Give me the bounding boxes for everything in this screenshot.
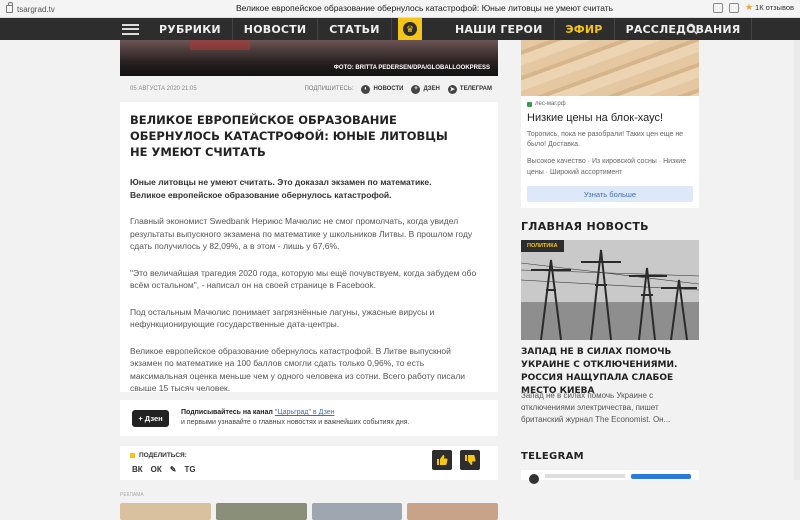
ad-thumbnail[interactable]	[120, 503, 211, 520]
ad-thumbnails	[120, 503, 498, 520]
share-icons: ВК ОК ✎ TG	[132, 465, 196, 474]
photo-caption: ФОТО: BRITTA PEDERSEN/DPA/GLOBALLOOKPRES…	[333, 65, 490, 71]
article-paragraph: Великое европейское образование обернуло…	[130, 345, 466, 394]
nav-item-investigations[interactable]: РАССЛЕДОВАНИЯ	[615, 18, 753, 40]
article-body: ВЕЛИКОЕ ЕВРОПЕЙСКОЕ ОБРАЗОВАНИЕ ОБЕРНУЛО…	[120, 102, 498, 394]
sidebar: лес-маг.рф Низкие цены на блок-хаус! Тор…	[521, 40, 699, 484]
article-paragraph: "Это величайшая трагедия 2020 года, кото…	[130, 267, 477, 291]
article-date: 05 АВГУСТА 2020 21:05	[130, 86, 197, 92]
bullet-icon	[130, 453, 135, 458]
dzen-subscribe-block: + Дзен Подписывайтесь на канал "Царьград…	[120, 400, 498, 436]
ad-text: Торопись, пока не разобрали! Таких цен е…	[527, 131, 684, 148]
dzen-channel-link[interactable]: "Царьград" в Дзен	[275, 409, 335, 416]
ad-thumbnail[interactable]	[215, 503, 307, 520]
reviews-badge[interactable]: ★ 1К отзывов	[745, 2, 794, 13]
subscribe-prompt: Подписывайтесь на канал	[181, 409, 273, 416]
star-icon: ★	[744, 2, 754, 12]
site-favicon-icon	[527, 101, 532, 107]
telegram-widget[interactable]	[521, 470, 699, 484]
article-hero-image: ФОТО: BRITTA PEDERSEN/DPA/GLOBALLOOKPRES…	[120, 40, 498, 76]
dzen-subscribe-text: Подписывайтесь на канал "Царьград" в Дзе…	[181, 408, 410, 428]
browser-actions: ★ 1К отзывов	[712, 2, 794, 13]
extension-icon[interactable]	[712, 2, 723, 13]
news-category-tag[interactable]: ПОЛИТИКА	[521, 240, 564, 252]
subscribe-label: ПОДПИШИТЕСЬ:	[304, 86, 354, 92]
ad-thumbnail[interactable]	[311, 503, 403, 520]
share-heading: ПОДЕЛИТЬСЯ:	[130, 452, 187, 459]
url-text[interactable]: tsargrad.tv	[17, 5, 55, 14]
subscribe-dzen-label: ДЗЕН	[423, 86, 440, 92]
link-icon[interactable]: ✎	[170, 465, 177, 474]
ad-site[interactable]: лес-маг.рф	[527, 101, 566, 107]
channel-name-placeholder	[545, 474, 625, 478]
site-navigation: РУБРИКИ НОВОСТИ СТАТЬИ ♛ НАШИ ГЕРОИ ЭФИР…	[0, 18, 800, 40]
menu-icon[interactable]	[122, 23, 139, 35]
main-news-summary: Запад не в силах помочь Украине с отключ…	[521, 391, 671, 424]
article-paragraph: Под остальным Мачюлис понимает загрязнён…	[130, 306, 435, 330]
scrollbar[interactable]	[794, 40, 800, 480]
news-icon: ◐	[361, 84, 371, 94]
subscribe-news-link[interactable]: ◐ НОВОСТИ	[361, 84, 404, 94]
ok-icon[interactable]: ОК	[151, 465, 162, 474]
article-paragraph: Главный экономист Swedbank Нериюс Мачюли…	[130, 216, 473, 251]
subscribe-telegram-link[interactable]: ➤ ТЕЛЕГРАМ	[447, 84, 492, 94]
ad-thumbnail[interactable]	[407, 503, 498, 520]
main-news-heading: ГЛАВНАЯ НОВОСТЬ	[521, 220, 649, 233]
dzen-icon: +	[411, 84, 421, 94]
article-title: ВЕЛИКОЕ ЕВРОПЕЙСКОЕ ОБРАЗОВАНИЕ ОБЕРНУЛО…	[130, 113, 448, 159]
telegram-heading: TELEGRAM	[521, 451, 584, 462]
thumbs-down-icon	[465, 455, 476, 465]
thumbs-up-icon	[437, 455, 448, 465]
channel-avatar	[529, 474, 539, 484]
page-tab-title: Великое европейское образование обернуло…	[236, 3, 614, 13]
address-bar[interactable]: tsargrad.tv	[6, 2, 55, 15]
subscribe-telegram-label: ТЕЛЕГРАМ	[459, 86, 492, 92]
ad-image[interactable]	[521, 40, 699, 96]
subscribe-news-label: НОВОСТИ	[373, 86, 404, 92]
dislike-button[interactable]	[460, 450, 480, 470]
telegram-share-icon[interactable]: TG	[184, 465, 195, 474]
telegram-icon: ➤	[447, 84, 457, 94]
ad-title[interactable]: Низкие цены на блок-хаус!	[527, 112, 663, 124]
subscribe-dzen-link[interactable]: + ДЗЕН	[411, 84, 440, 94]
main-news-image[interactable]	[521, 240, 699, 340]
ad-site-label: лес-маг.рф	[535, 101, 566, 107]
nav-item-news[interactable]: НОВОСТИ	[233, 18, 319, 40]
ad-label: РЕКЛАМА	[120, 492, 144, 498]
subscribe-description: и первыми узнавайте о главных новостях и…	[181, 419, 410, 426]
telegram-subscribe-button[interactable]	[631, 474, 691, 479]
article-column: ФОТО: BRITTA PEDERSEN/DPA/GLOBALLOOKPRES…	[120, 40, 498, 520]
dzen-subscribe-button[interactable]: + Дзен	[132, 409, 169, 427]
vk-icon[interactable]: ВК	[132, 465, 143, 474]
ad-learn-more-button[interactable]: Узнать больше	[527, 186, 693, 202]
article-meta: 05 АВГУСТА 2020 21:05 ПОДПИШИТЕСЬ: ◐ НОВ…	[120, 78, 498, 100]
share-block: ПОДЕЛИТЬСЯ: ВК ОК ✎ TG	[120, 446, 498, 480]
power-lines-image	[521, 240, 699, 340]
lock-toggle-icon[interactable]	[728, 2, 739, 13]
nav-item-heroes[interactable]: НАШИ ГЕРОИ	[444, 18, 555, 40]
eagle-icon: ♛	[403, 22, 417, 36]
reviews-count: 1К отзывов	[755, 3, 794, 12]
lock-icon	[6, 2, 13, 13]
nav-item-articles[interactable]: СТАТЬИ	[318, 18, 392, 40]
search-icon[interactable]	[686, 23, 698, 35]
like-button[interactable]	[432, 450, 452, 470]
subscribe-links: ПОДПИШИТЕСЬ: ◐ НОВОСТИ + ДЗЕН ➤ ТЕЛЕГРАМ	[304, 84, 492, 94]
sidebar-ad[interactable]: лес-маг.рф Низкие цены на блок-хаус! Тор…	[521, 40, 699, 208]
article-lead: Юные литовцы не умеют считать. Это доказ…	[130, 177, 432, 200]
share-label: ПОДЕЛИТЬСЯ:	[139, 452, 187, 459]
browser-toolbar: tsargrad.tv Великое европейское образова…	[0, 0, 800, 18]
site-logo[interactable]: ♛	[398, 18, 422, 40]
ad-tags: Высокое качество · Из кировской сосны · …	[527, 158, 687, 176]
nav-item-live[interactable]: ЭФИР	[555, 18, 615, 40]
nav-item-rubrics[interactable]: РУБРИКИ	[148, 18, 233, 40]
